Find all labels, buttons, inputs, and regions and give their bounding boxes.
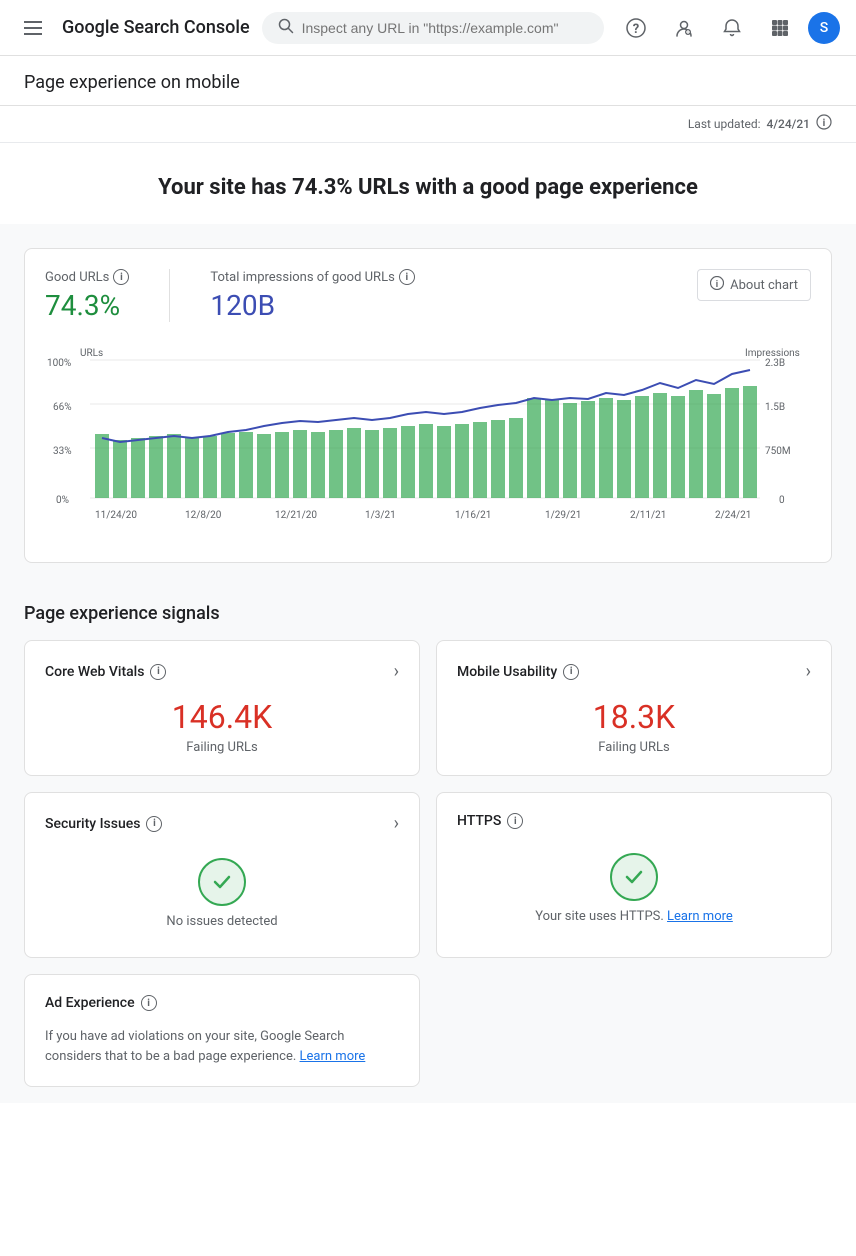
- metric-divider: [169, 269, 170, 322]
- core-web-vitals-info-icon[interactable]: i: [150, 664, 166, 680]
- impressions-metric: Total impressions of good URLs i 120B: [210, 269, 414, 322]
- svg-text:?: ?: [633, 22, 639, 37]
- main-content: Last updated: 4/24/21 i Your site has 74…: [0, 106, 856, 1103]
- search-icon: [278, 18, 294, 38]
- ad-experience-header: Ad Experience i: [45, 995, 399, 1011]
- security-issues-check-area: No issues detected: [45, 850, 399, 937]
- ad-experience-card: Ad Experience i If you have ad violation…: [24, 974, 420, 1087]
- app-logo: Google Search Console: [62, 17, 250, 38]
- mobile-usability-header: Mobile Usability i ›: [457, 661, 811, 682]
- good-urls-label: Good URLs i: [45, 269, 129, 285]
- svg-text:1.5B: 1.5B: [765, 402, 785, 413]
- security-issues-check-icon: [198, 858, 246, 906]
- chart-container: URLs 100% 66% 33% 0% Impressions 2.3B 1.…: [45, 338, 811, 542]
- https-info-icon[interactable]: i: [507, 813, 523, 829]
- good-urls-metric: Good URLs i 74.3%: [45, 269, 129, 322]
- last-updated-info-icon[interactable]: i: [816, 114, 832, 134]
- svg-text:1/16/21: 1/16/21: [455, 510, 491, 521]
- chart-svg: URLs 100% 66% 33% 0% Impressions 2.3B 1.…: [45, 338, 805, 538]
- mobile-usability-label: Failing URLs: [457, 740, 811, 755]
- core-web-vitals-header: Core Web Vitals i ›: [45, 661, 399, 682]
- chart-metrics: Good URLs i 74.3% Total impressions of g…: [45, 269, 415, 322]
- good-urls-info-icon[interactable]: i: [113, 269, 129, 285]
- ad-experience-learn-more-link[interactable]: Learn more: [300, 1049, 366, 1064]
- hero-section: Your site has 74.3% URLs with a good pag…: [0, 143, 856, 232]
- security-issues-arrow-icon: ›: [394, 813, 399, 834]
- search-input[interactable]: [302, 20, 588, 36]
- svg-text:0: 0: [779, 495, 785, 506]
- security-issues-status: No issues detected: [166, 914, 277, 929]
- svg-text:12/21/20: 12/21/20: [275, 510, 317, 521]
- notifications-icon-button[interactable]: [712, 8, 752, 48]
- svg-text:1/3/21: 1/3/21: [365, 510, 396, 521]
- svg-text:100%: 100%: [47, 358, 71, 369]
- core-web-vitals-card[interactable]: Core Web Vitals i › 146.4K Failing URLs: [24, 640, 420, 776]
- about-chart-button[interactable]: i About chart: [697, 269, 811, 301]
- https-check-icon: [610, 853, 658, 901]
- user-icon-button[interactable]: [664, 8, 704, 48]
- svg-text:12/8/20: 12/8/20: [185, 510, 222, 521]
- impressions-info-icon[interactable]: i: [399, 269, 415, 285]
- svg-text:2.3B: 2.3B: [765, 358, 785, 369]
- core-web-vitals-value: 146.4K: [45, 698, 399, 736]
- https-card: HTTPS i Your site uses HTTPS. Learn more: [436, 792, 832, 958]
- https-learn-more-link[interactable]: Learn more: [667, 909, 733, 924]
- security-issues-card[interactable]: Security Issues i › No issues detected: [24, 792, 420, 958]
- header-actions: ?: [616, 8, 840, 48]
- core-web-vitals-title: Core Web Vitals i: [45, 664, 166, 680]
- last-updated-label: Last updated:: [688, 117, 761, 131]
- svg-text:i: i: [823, 118, 826, 129]
- chart-card: Good URLs i 74.3% Total impressions of g…: [24, 248, 832, 563]
- security-issues-header: Security Issues i ›: [45, 813, 399, 834]
- svg-text:2/24/21: 2/24/21: [715, 510, 751, 521]
- signals-section: Page experience signals Core Web Vitals …: [0, 579, 856, 1103]
- last-updated-bar: Last updated: 4/24/21 i: [0, 106, 856, 143]
- svg-text:2/11/21: 2/11/21: [630, 510, 666, 521]
- signals-title: Page experience signals: [24, 603, 832, 624]
- impressions-value: 120B: [210, 289, 414, 322]
- ad-experience-info-icon[interactable]: i: [141, 995, 157, 1011]
- apps-icon-button[interactable]: [760, 8, 800, 48]
- https-header: HTTPS i: [457, 813, 811, 829]
- about-chart-label: About chart: [730, 278, 798, 293]
- svg-text:0%: 0%: [56, 495, 69, 506]
- good-urls-value: 74.3%: [45, 289, 129, 322]
- ad-experience-description: If you have ad violations on your site, …: [45, 1027, 399, 1066]
- https-status-text: Your site uses HTTPS. Learn more: [535, 909, 733, 924]
- mobile-usability-value: 18.3K: [457, 698, 811, 736]
- header: Google Search Console ?: [0, 0, 856, 56]
- svg-text:33%: 33%: [53, 446, 72, 457]
- signals-grid: Core Web Vitals i › 146.4K Failing URLs …: [24, 640, 832, 958]
- https-title: HTTPS i: [457, 813, 523, 829]
- svg-text:i: i: [716, 280, 718, 290]
- last-updated-date: 4/24/21: [767, 117, 810, 131]
- menu-icon[interactable]: [16, 8, 50, 48]
- impressions-label: Total impressions of good URLs i: [210, 269, 414, 285]
- svg-text:11/24/20: 11/24/20: [95, 510, 137, 521]
- svg-text:750M: 750M: [765, 446, 791, 457]
- svg-text:1/29/21: 1/29/21: [545, 510, 581, 521]
- help-icon-button[interactable]: ?: [616, 8, 656, 48]
- core-web-vitals-arrow-icon: ›: [394, 661, 399, 682]
- page-title: Page experience on mobile: [24, 72, 832, 93]
- page-title-bar: Page experience on mobile: [0, 56, 856, 106]
- mobile-usability-title: Mobile Usability i: [457, 664, 579, 680]
- hero-title: Your site has 74.3% URLs with a good pag…: [24, 175, 832, 200]
- svg-text:66%: 66%: [53, 402, 72, 413]
- mobile-usability-card[interactable]: Mobile Usability i › 18.3K Failing URLs: [436, 640, 832, 776]
- search-bar: [262, 12, 604, 44]
- security-issues-title: Security Issues i: [45, 816, 162, 832]
- security-issues-info-icon[interactable]: i: [146, 816, 162, 832]
- mobile-usability-arrow-icon: ›: [806, 661, 811, 682]
- https-check-area: Your site uses HTTPS. Learn more: [457, 845, 811, 932]
- user-avatar[interactable]: S: [808, 12, 840, 44]
- svg-text:URLs: URLs: [80, 348, 103, 359]
- ad-experience-title: Ad Experience i: [45, 995, 157, 1011]
- core-web-vitals-label: Failing URLs: [45, 740, 399, 755]
- mobile-usability-info-icon[interactable]: i: [563, 664, 579, 680]
- about-chart-info-icon: i: [710, 276, 724, 294]
